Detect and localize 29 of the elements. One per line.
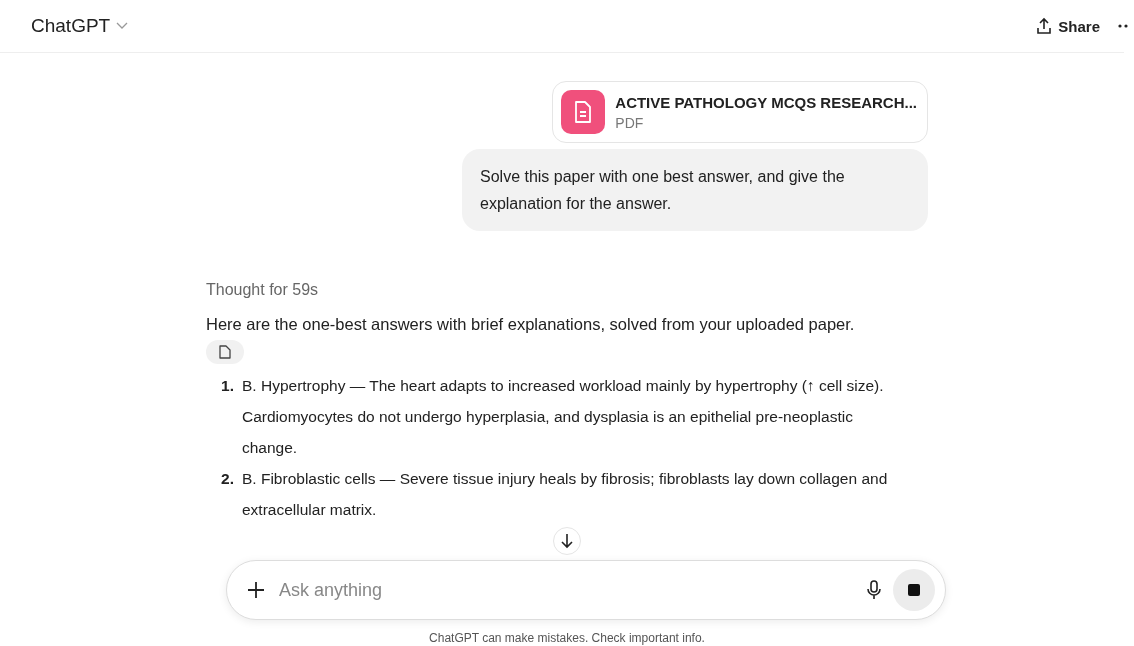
reply-intro: Here are the one-best answers with brief explanations, solved from your uploaded paper. [206, 315, 856, 334]
file-chip[interactable] [206, 340, 244, 364]
file-type: PDF [615, 114, 645, 131]
share-button[interactable]: Share [1036, 17, 1100, 35]
thought-label[interactable]: Thought for 59s [206, 281, 928, 299]
answer-text: B. Fibroblastic cells — Severe tissue injury heals by fibrosis; fibroblasts lay down collagen and extracellular matrix. [242, 469, 889, 520]
answer-text: B. Hypertrophy — The heart adapts to increased workload mainly by hypertrophy (↑ cell size). Cardiomyocytes do not undergo hyperplasia, and dysplasia is an epithelial pre-neoplastic change. [242, 376, 885, 458]
file-icon [219, 345, 231, 359]
attachment-card[interactable]: ACTIVE PATHOLOGY MCQS RESEARCH... PDF [552, 81, 928, 143]
list-number: 2. [220, 469, 235, 489]
plus-icon [247, 581, 265, 599]
scroll-down-button[interactable] [553, 527, 581, 555]
message-field[interactable]: Ask anything [226, 560, 946, 620]
file-name: ACTIVE PATHOLOGY MCQS RESEARCH... [615, 93, 917, 111]
stop-icon [908, 584, 920, 596]
add-button[interactable] [247, 581, 265, 599]
user-message: Solve this paper with one best answer, and give the explanation for the answer. [462, 149, 928, 231]
model-selector[interactable]: ChatGPT [31, 15, 129, 37]
stop-button[interactable] [893, 569, 935, 611]
more-icon[interactable] [1118, 23, 1128, 29]
microphone-icon [867, 580, 881, 600]
chevron-down-icon [116, 22, 129, 30]
upload-icon [1036, 17, 1053, 35]
message-input[interactable]: Ask anything [277, 578, 855, 602]
disclaimer-text: ChatGPT can make mistakes. Check important info. [429, 631, 705, 645]
arrow-down-icon [560, 533, 574, 549]
microphone-button[interactable] [867, 580, 881, 600]
list-number: 1. [220, 376, 235, 396]
document-icon [561, 90, 606, 134]
